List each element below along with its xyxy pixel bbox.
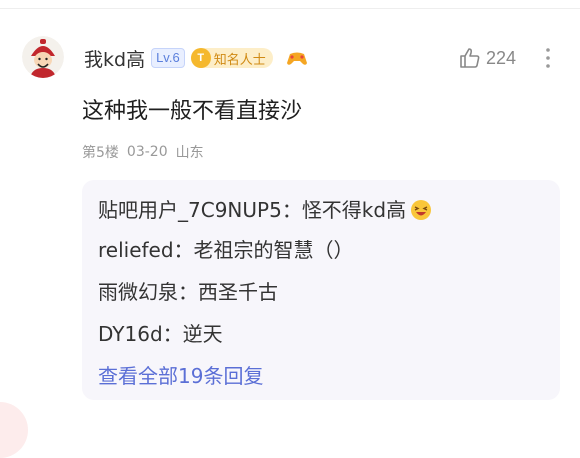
thumbs-up-icon — [460, 48, 480, 68]
user-avatar[interactable] — [22, 36, 64, 78]
reply-item[interactable]: reliefed：老祖宗的智慧（） — [98, 234, 354, 266]
like-button[interactable]: 224 — [458, 44, 516, 72]
comment-header: 我kd高 Lv.6 T 知名人士 — [84, 44, 309, 72]
more-vertical-icon[interactable] — [542, 46, 554, 70]
reply-item[interactable]: 贴吧用户_7C9NUP5：怪不得kd高 — [98, 194, 432, 226]
view-all-replies-link[interactable]: 查看全部19条回复 — [98, 360, 263, 392]
reply-nick[interactable]: reliefed — [98, 234, 174, 266]
reply-nick[interactable]: 贴吧用户_7C9NUP5 — [98, 194, 282, 226]
gamepad-icon — [286, 52, 307, 65]
reply-separator: ： — [281, 198, 302, 222]
level-badge: Lv.6 — [151, 48, 185, 68]
reply-nick[interactable]: DY16d — [98, 318, 163, 350]
comment-body: 这种我一般不看直接沙 — [82, 99, 303, 124]
comment-meta: 第5楼 03-20 山东 — [82, 142, 204, 162]
avatar-cartoon-icon — [22, 36, 64, 78]
comment-date: 03-20 — [126, 144, 168, 160]
reply-text: 老祖宗的智慧（） — [193, 238, 354, 262]
title-badge: T 知名人士 — [190, 48, 273, 68]
reply-text: 逆天 — [182, 322, 223, 346]
like-count: 224 — [486, 47, 517, 68]
reply-separator: ： — [178, 280, 198, 304]
reply-text: 西圣千古 — [198, 280, 278, 304]
decorative-corner — [0, 402, 28, 458]
reply-separator: ： — [162, 322, 183, 346]
reply-item[interactable]: 雨微幻泉：西圣千古 — [98, 276, 278, 308]
reply-nick[interactable]: 雨微幻泉 — [98, 276, 178, 308]
comment-location: 山东 — [175, 145, 204, 161]
reply-text: 怪不得kd高 — [301, 198, 407, 222]
top-divider — [0, 8, 580, 9]
reply-separator: ： — [173, 238, 194, 262]
title-badge-label: 知名人士 — [213, 52, 266, 68]
floor-number: 第5楼 — [82, 145, 119, 161]
username[interactable]: 我kd高 — [84, 45, 145, 72]
reply-box: 贴吧用户_7C9NUP5：怪不得kd高 reliefed：老祖宗的智慧（） 雨微… — [82, 180, 560, 400]
laughing-emoji-icon — [411, 200, 432, 220]
reply-item[interactable]: DY16d：逆天 — [98, 318, 223, 350]
coin-icon: T — [190, 48, 211, 68]
